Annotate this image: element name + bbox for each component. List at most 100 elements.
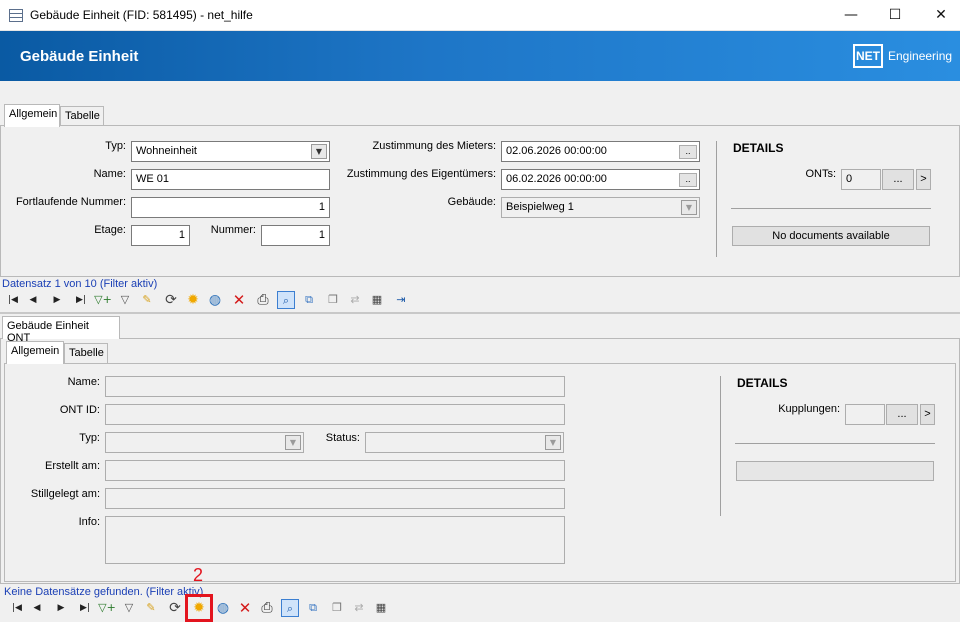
mieter-value: 02.06.2026 00:00:00: [506, 145, 607, 157]
eigentuemer-date-input[interactable]: 06.02.2026 00:00:00 ..: [501, 169, 700, 190]
divider: [720, 376, 721, 516]
chevron-down-icon[interactable]: ▼: [285, 435, 301, 450]
mieter-date-input[interactable]: 02.06.2026 00:00:00 ..: [501, 141, 700, 162]
no-documents-button[interactable]: No documents available: [732, 226, 930, 246]
step-number: 2: [193, 565, 204, 585]
exit-icon[interactable]: ⇥: [392, 291, 410, 309]
next-icon[interactable]: ▶: [48, 291, 66, 309]
select-icon[interactable]: ⧉: [304, 599, 322, 617]
kupplungen-more-button[interactable]: ...: [886, 404, 918, 425]
add-filter-icon[interactable]: ▽+: [94, 291, 112, 309]
splitter[interactable]: [0, 312, 960, 314]
print-icon[interactable]: ⎙: [258, 599, 276, 617]
name-input[interactable]: WE 01: [131, 169, 330, 190]
chevron-down-icon[interactable]: ▼: [681, 200, 697, 215]
ont-status-label: Status:: [325, 432, 360, 444]
globe-icon[interactable]: ◍: [214, 599, 232, 617]
eigentuemer-picker-button[interactable]: ..: [679, 173, 697, 187]
top-toolbar: |◀ ◀ ▶ ▶| ▽+ ▽ ✎ ⟳ ✹ ◍ ✕ ⎙ ⌕ ⧉ ❐ ⇄ ▦ ⇥: [4, 291, 424, 311]
tab-gebaeude-einheit-ont[interactable]: Gebäude Einheit ONT: [2, 316, 120, 344]
zoom-icon[interactable]: ⌕: [281, 599, 299, 617]
chevron-down-icon[interactable]: ▼: [545, 435, 561, 450]
edit-icon[interactable]: ✎: [142, 599, 160, 617]
zoom-icon[interactable]: ⌕: [277, 291, 295, 309]
app-icon: [9, 9, 23, 22]
eigentuemer-label: Zustimmung des Eigentümers:: [346, 168, 496, 180]
ont-id-label: ONT ID:: [59, 404, 100, 416]
logo-text: Engineering: [888, 49, 953, 63]
filter-icon[interactable]: ▽: [120, 599, 138, 617]
table-icon[interactable]: ▦: [372, 599, 390, 617]
refresh-icon[interactable]: ⟳: [162, 291, 180, 309]
minimize-button[interactable]: —: [828, 0, 874, 31]
maximize-button[interactable]: ☐: [872, 0, 918, 31]
info-textarea[interactable]: [105, 516, 565, 564]
ont-typ-label: Typ:: [79, 432, 100, 444]
erstellt-label: Erstellt am:: [44, 460, 100, 472]
table-icon[interactable]: ▦: [368, 291, 386, 309]
ont-documents-button[interactable]: [736, 461, 934, 481]
ont-id-input[interactable]: [105, 404, 565, 425]
typ-label: Typ:: [105, 140, 126, 152]
delete-icon[interactable]: ✕: [236, 599, 254, 617]
highlight-box: [185, 594, 213, 622]
first-icon[interactable]: |◀: [4, 291, 22, 309]
delete-icon[interactable]: ✕: [230, 291, 248, 309]
etage-input[interactable]: 1: [131, 225, 190, 246]
record-status: Datensatz 1 von 10 (Filter aktiv): [2, 278, 158, 290]
new-icon[interactable]: ✹: [184, 291, 202, 309]
gebaeude-value: Beispielweg 1: [506, 201, 574, 213]
chevron-down-icon[interactable]: ▼: [311, 144, 327, 159]
last-icon[interactable]: ▶|: [76, 599, 94, 617]
fortlaufende-input[interactable]: 1: [131, 197, 330, 218]
name-label: Name:: [93, 168, 126, 180]
prev-icon[interactable]: ◀: [24, 291, 42, 309]
print-icon[interactable]: ⎙: [254, 291, 272, 309]
ont-details-heading: DETAILS: [737, 376, 788, 390]
nummer-input[interactable]: 1: [261, 225, 330, 246]
onts-more-button[interactable]: ...: [882, 169, 914, 190]
mieter-picker-button[interactable]: ..: [679, 145, 697, 159]
typ-value: Wohneinheit: [136, 145, 197, 157]
erstellt-input[interactable]: [105, 460, 565, 481]
ont-record-status: Keine Datensätze gefunden. (Filter aktiv…: [4, 586, 204, 598]
copy-icon[interactable]: ❐: [328, 599, 346, 617]
merge-icon[interactable]: ⇄: [350, 599, 368, 617]
page-title: Gebäude Einheit: [20, 48, 139, 65]
first-icon[interactable]: |◀: [8, 599, 26, 617]
tab-tabelle[interactable]: Tabelle: [60, 106, 104, 127]
ont-name-label: Name:: [67, 376, 100, 388]
filter-icon[interactable]: ▽: [116, 291, 134, 309]
divider: [735, 443, 935, 444]
kupplungen-count: [845, 404, 885, 425]
edit-icon[interactable]: ✎: [138, 291, 156, 309]
fortlaufende-label: Fortlaufende Nummer:: [15, 196, 126, 208]
eigentuemer-value: 06.02.2026 00:00:00: [506, 173, 607, 185]
ont-status-select[interactable]: ▼: [365, 432, 564, 453]
onts-open-button[interactable]: >: [916, 169, 931, 190]
details-heading: DETAILS: [733, 141, 784, 155]
onts-count: 0: [841, 169, 881, 190]
add-filter-icon[interactable]: ▽+: [98, 599, 116, 617]
stillgelegt-input[interactable]: [105, 488, 565, 509]
gebaeude-select[interactable]: Beispielweg 1 ▼: [501, 197, 700, 218]
prev-icon[interactable]: ◀: [28, 599, 46, 617]
merge-icon[interactable]: ⇄: [346, 291, 364, 309]
refresh-icon[interactable]: ⟳: [166, 599, 184, 617]
select-icon[interactable]: ⧉: [300, 291, 318, 309]
ont-tab-allgemein[interactable]: Allgemein: [6, 341, 64, 364]
divider: [731, 208, 931, 209]
tab-allgemein[interactable]: Allgemein: [4, 104, 60, 127]
typ-select[interactable]: Wohneinheit ▼: [131, 141, 330, 162]
kupplungen-open-button[interactable]: >: [920, 404, 935, 425]
ont-name-input[interactable]: [105, 376, 565, 397]
next-icon[interactable]: ▶: [52, 599, 70, 617]
copy-icon[interactable]: ❐: [324, 291, 342, 309]
globe-icon[interactable]: ◍: [206, 291, 224, 309]
ont-tab-tabelle[interactable]: Tabelle: [64, 343, 108, 364]
kupplungen-label: Kupplungen:: [778, 403, 840, 415]
close-button[interactable]: ✕: [918, 0, 960, 31]
last-icon[interactable]: ▶|: [72, 291, 90, 309]
ont-typ-select[interactable]: ▼: [105, 432, 304, 453]
etage-label: Etage:: [94, 224, 126, 236]
